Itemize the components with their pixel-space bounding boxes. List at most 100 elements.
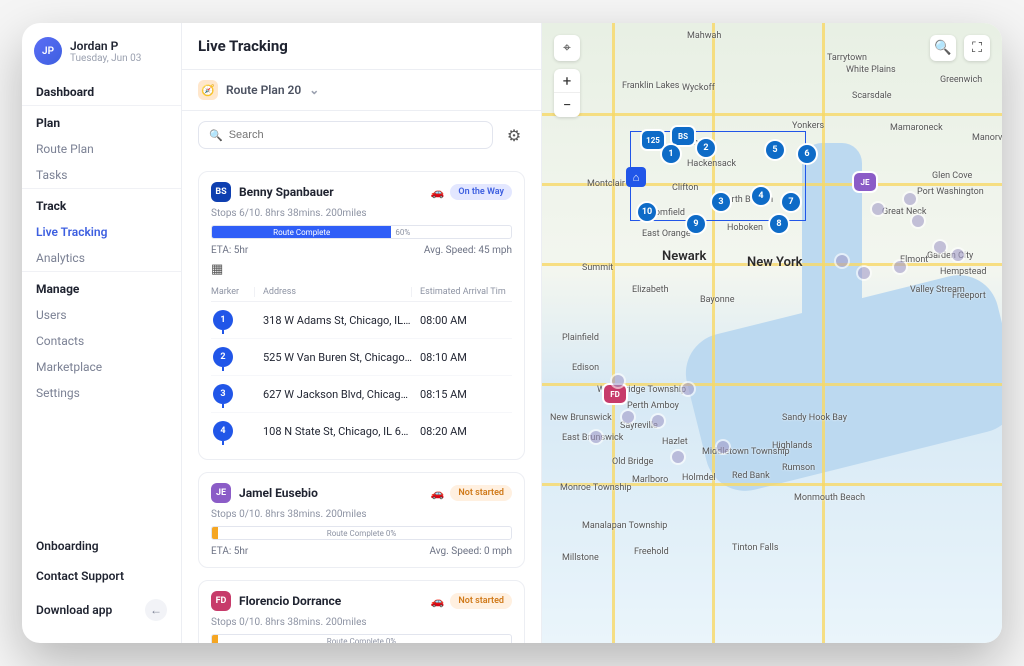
nav-download-label: Download app (36, 603, 112, 617)
nav-tasks[interactable]: Tasks (22, 162, 181, 188)
stop-eta: 08:20 AM (412, 425, 512, 438)
stop-row[interactable]: 4 108 N State St, Chicago, IL 60602... 0… (211, 413, 512, 449)
map-pin-ghost[interactable] (622, 411, 634, 423)
map-pin[interactable]: 4 (752, 187, 770, 205)
map-pin[interactable]: 2 (697, 139, 715, 157)
filter-icon[interactable]: ⚙ (503, 124, 525, 146)
driver-card[interactable]: BS Benny Spanbauer 🚗 On the Way Stops 6/… (198, 171, 525, 460)
nav-manage-title: Manage (22, 271, 181, 302)
map-pin-ghost[interactable] (652, 415, 664, 427)
map-pin-ghost[interactable] (952, 249, 964, 261)
nav-download-app[interactable]: Download app ← (22, 591, 181, 629)
map-label: Marlboro (632, 475, 668, 485)
driver-card[interactable]: FD Florencio Dorrance 🚗 Not started Stop… (198, 580, 525, 643)
map-pin[interactable]: 3 (712, 193, 730, 211)
map-pin-ghost[interactable] (904, 193, 916, 205)
map-label: Hazlet (662, 437, 688, 447)
map-pin[interactable]: 7 (782, 193, 800, 211)
map-controls-left: ⌖ + − (554, 35, 580, 117)
nav-dashboard[interactable]: Dashboard (22, 79, 181, 105)
map-label: Perth Amboy (627, 401, 679, 411)
map-label: Yonkers (792, 121, 824, 131)
nav-route-plan[interactable]: Route Plan (22, 136, 181, 162)
driver-badge: JE (211, 483, 231, 503)
progress-bar: Route Complete 0% (211, 634, 512, 643)
map-pin[interactable]: BS (672, 127, 694, 145)
map-pin-ghost[interactable] (894, 261, 906, 273)
map-label: Port Washington (917, 187, 984, 197)
map-pane[interactable]: ⌂ MahwahFranklin LakesWyckoffTarrytownSc… (542, 23, 1002, 643)
avatar: JP (34, 37, 62, 65)
map-label: Manorville (972, 133, 1002, 143)
search-input[interactable]: 🔍 (198, 121, 493, 149)
map-label: Clifton (672, 183, 698, 193)
map-label: New Brunswick (550, 413, 612, 423)
map-pin-ghost[interactable] (672, 451, 684, 463)
route-plan-dropdown[interactable]: 🧭 Route Plan 20 ⌄ (198, 80, 319, 100)
page-title: Live Tracking (182, 23, 541, 70)
stop-marker: 3 (213, 384, 233, 404)
stop-marker: 2 (213, 347, 233, 367)
map-label: Tinton Falls (732, 543, 778, 553)
map-pin[interactable]: 10 (638, 203, 656, 221)
map-pin[interactable]: 125 (642, 131, 664, 149)
driver-badge: FD (211, 591, 231, 611)
map-label: Elizabeth (632, 285, 669, 295)
stop-row[interactable]: 1 318 W Adams St, Chicago, IL 60606... 0… (211, 302, 512, 339)
stop-marker: 4 (213, 421, 233, 441)
calendar-icon[interactable]: ▦ (211, 262, 512, 277)
progress-bar: Route Complete 60% (211, 225, 512, 239)
map-label: Hoboken (727, 223, 763, 233)
zoom-out-button[interactable]: − (554, 93, 580, 117)
map-pin[interactable]: FD (604, 385, 626, 403)
map-pin-ghost[interactable] (872, 203, 884, 215)
route-icon: 🧭 (198, 80, 218, 100)
map-label: Sandy Hook Bay (782, 413, 847, 423)
stop-address: 318 W Adams St, Chicago, IL 60606... (255, 314, 412, 327)
map-pin-ghost[interactable] (717, 441, 729, 453)
stop-row[interactable]: 3 627 W Jackson Blvd, Chicago, IL ... 08… (211, 376, 512, 413)
map-label: Hackensack (687, 159, 736, 169)
stop-eta: 08:15 AM (412, 388, 512, 401)
map-label: New York (747, 255, 803, 270)
map-pin-ghost[interactable] (858, 267, 870, 279)
nav-analytics[interactable]: Analytics (22, 245, 181, 271)
search-map-button[interactable]: 🔍 (930, 35, 956, 61)
map-pin-ghost[interactable] (912, 215, 924, 227)
map-label: Freehold (634, 547, 669, 557)
search-field[interactable] (229, 129, 482, 141)
map-pin-ghost[interactable] (682, 383, 694, 395)
car-icon: 🚗 (431, 595, 445, 608)
driver-card[interactable]: JE Jamel Eusebio 🚗 Not started Stops 0/1… (198, 472, 525, 568)
car-icon: 🚗 (431, 186, 445, 199)
nav-onboarding[interactable]: Onboarding (22, 531, 181, 561)
stop-row[interactable]: 2 525 W Van Buren St, Chicago, IL ... 08… (211, 339, 512, 376)
map-pin[interactable]: JE (854, 173, 876, 191)
zoom-in-button[interactable]: + (554, 69, 580, 93)
nav-users[interactable]: Users (22, 302, 181, 328)
map-label: Newark (662, 249, 706, 264)
locate-button[interactable]: ⌖ (554, 35, 580, 61)
nav-live-tracking[interactable]: Live Tracking (22, 219, 181, 245)
map-pin[interactable]: 6 (798, 145, 816, 163)
car-icon: 🚗 (431, 487, 445, 500)
fullscreen-button[interactable]: ⛶ (964, 35, 990, 61)
sidebar: JP Jordan P Tuesday, Jun 03 Dashboard Pl… (22, 23, 182, 643)
map-pin-ghost[interactable] (612, 375, 624, 387)
map-pin[interactable]: 5 (766, 141, 784, 159)
stop-address: 627 W Jackson Blvd, Chicago, IL ... (255, 388, 412, 401)
app-window: JP Jordan P Tuesday, Jun 03 Dashboard Pl… (22, 23, 1002, 643)
sidebar-bottom: Onboarding Contact Support Download app … (22, 531, 181, 643)
nav-marketplace[interactable]: Marketplace (22, 354, 181, 380)
map-pin-ghost[interactable] (590, 431, 602, 443)
map-pin[interactable]: 9 (687, 215, 705, 233)
map-pin-ghost[interactable] (934, 241, 946, 253)
nav-contact-support[interactable]: Contact Support (22, 561, 181, 591)
map-pin-ghost[interactable] (836, 255, 848, 267)
nav-settings[interactable]: Settings (22, 380, 181, 406)
nav-contacts[interactable]: Contacts (22, 328, 181, 354)
stop-address: 108 N State St, Chicago, IL 60602... (255, 425, 412, 438)
stop-eta: 08:00 AM (412, 314, 512, 327)
map-pin[interactable]: 8 (770, 215, 788, 233)
map-pin[interactable]: 1 (662, 145, 680, 163)
